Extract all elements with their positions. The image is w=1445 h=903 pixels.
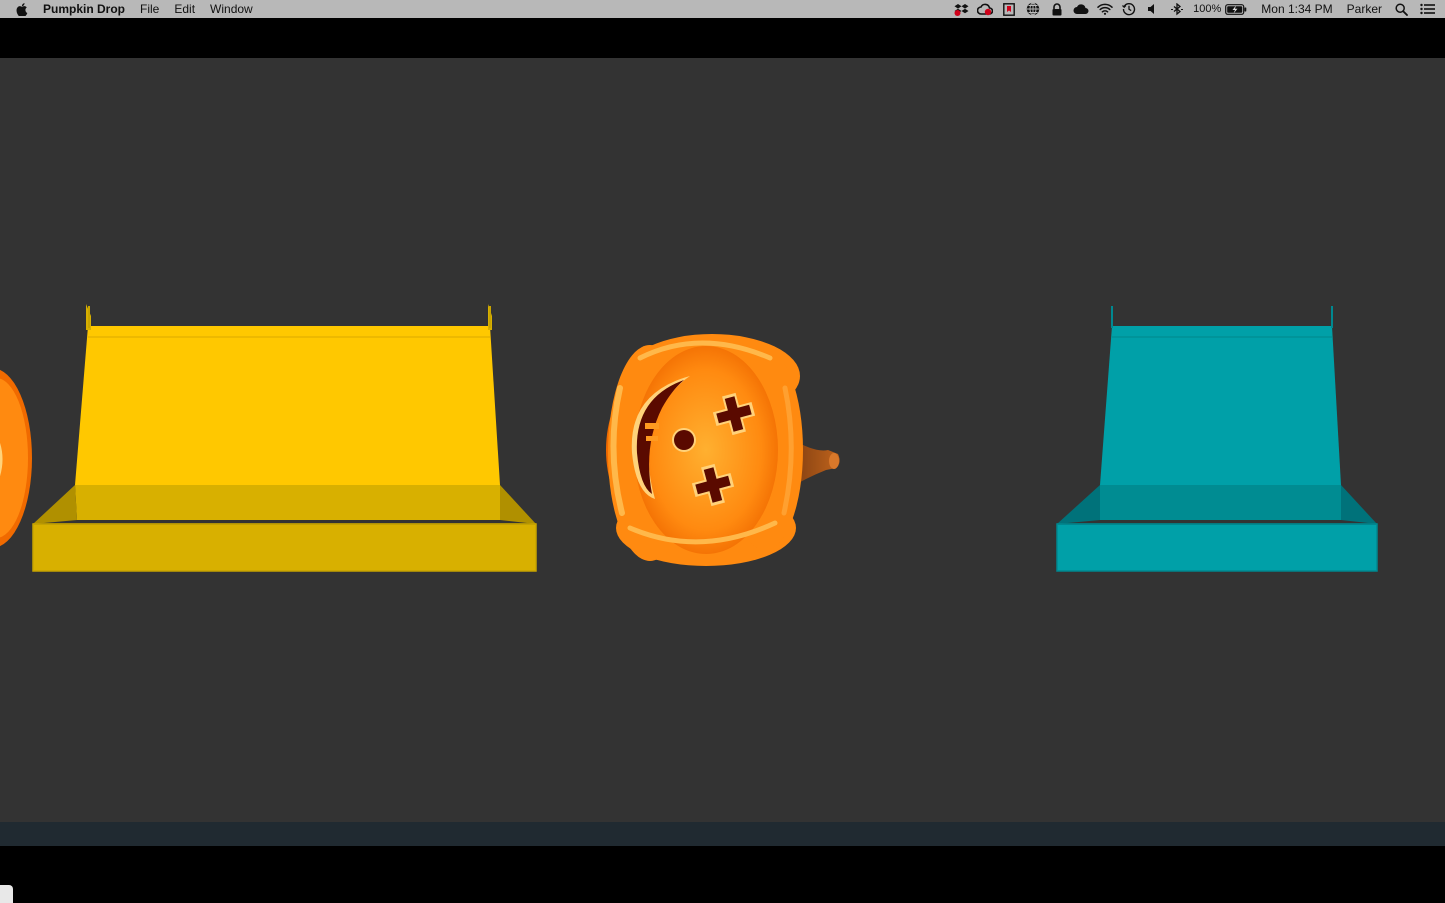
battery-charging-icon[interactable] [1225,2,1247,16]
menu-file[interactable]: File [140,2,159,16]
dropbox-icon[interactable] [953,2,969,16]
offscreen-pumpkin [0,369,32,547]
yellow-bin [32,304,537,572]
menu-window[interactable]: Window [210,2,253,16]
time-machine-icon[interactable] [1121,2,1137,16]
wifi-icon[interactable] [1097,2,1113,16]
bluetooth-icon[interactable] [1169,2,1185,16]
menubar-clock[interactable]: Mon 1:34 PM [1261,2,1332,16]
lock-icon[interactable] [1049,2,1065,16]
menu-bar: Pumpkin Drop File Edit Window 100% Mon 1… [0,0,1445,18]
battery-percent[interactable]: 100% [1193,3,1221,15]
notification-center-icon[interactable] [1419,2,1435,16]
creative-cloud-icon[interactable] [977,2,994,16]
window-bottom-area [0,846,1445,903]
menubar-user[interactable]: Parker [1347,2,1382,16]
bookmark-app-icon[interactable] [1001,2,1017,16]
teal-bin [1056,306,1378,572]
menu-edit[interactable]: Edit [174,2,195,16]
globe-icon[interactable] [1025,2,1041,16]
game-floor [0,822,1445,846]
game-scene [0,304,1378,572]
falling-pumpkin [606,334,840,566]
window-titlebar-area [0,18,1445,58]
game-canvas[interactable] [0,58,1445,822]
volume-icon[interactable] [1145,2,1161,16]
apple-menu-icon[interactable] [16,2,28,16]
spotlight-search-icon[interactable] [1393,2,1409,16]
window-corner-tab[interactable] [0,885,13,903]
app-name-menu[interactable]: Pumpkin Drop [43,2,125,16]
cloud-app-icon[interactable] [1073,2,1089,16]
